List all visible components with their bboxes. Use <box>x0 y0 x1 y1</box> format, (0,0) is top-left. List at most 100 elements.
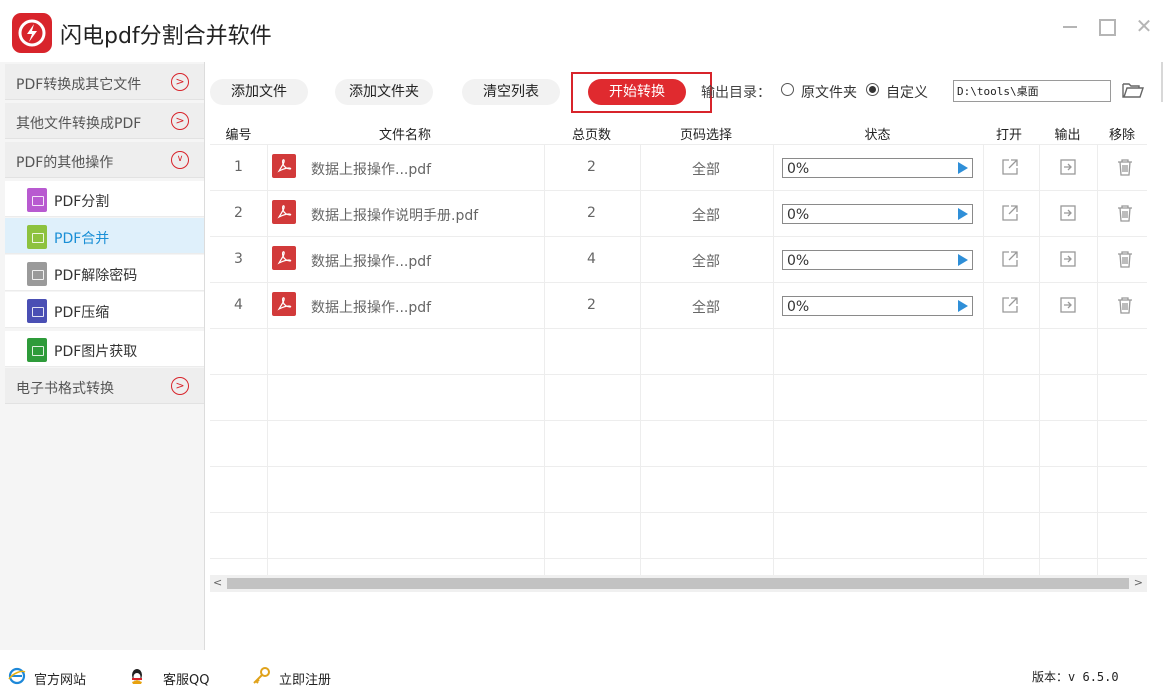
open-external-icon[interactable] <box>1001 250 1019 268</box>
output-path-input[interactable] <box>953 80 1111 102</box>
play-icon[interactable] <box>958 300 968 312</box>
file-table: 编号 文件名称 总页数 页码选择 状态 打开 输出 移除 1 数据上报操作...… <box>210 120 1147 578</box>
sidebar-item-label: PDF解除密码 <box>54 268 138 284</box>
page-range[interactable]: 全部 <box>640 205 772 225</box>
file-name: 数据上报操作...pdf <box>311 162 432 178</box>
page-range[interactable]: 全部 <box>640 297 772 317</box>
table-row[interactable]: 2 数据上报操作说明手册.pdf 2 全部 0% <box>210 190 1147 236</box>
version-label: 版本： <box>1032 670 1069 684</box>
sidebar-section-other-to-pdf[interactable]: 其他文件转换成PDF > <box>5 103 204 139</box>
table-row[interactable]: 4 数据上报操作...pdf 2 全部 0% <box>210 282 1147 328</box>
sidebar-section-pdf-other-ops[interactable]: PDF的其他操作 ∨ <box>5 142 204 178</box>
output-icon[interactable] <box>1059 158 1077 176</box>
total-pages: 2 <box>587 205 596 221</box>
table-body: 1 数据上报操作...pdf 2 全部 0% 2 数据上报操作说明手册.pdf … <box>210 144 1147 578</box>
support-qq-link[interactable]: 客服QQ <box>163 669 209 688</box>
chevron-right-icon: > <box>171 73 189 91</box>
total-pages: 2 <box>587 159 596 175</box>
radio-source-folder[interactable] <box>781 83 794 96</box>
trash-icon[interactable] <box>1116 296 1134 314</box>
col-page-range: 页码选择 <box>679 128 732 143</box>
scroll-right-icon[interactable]: > <box>1134 576 1143 589</box>
col-remove: 移除 <box>1108 128 1135 143</box>
add-folder-button[interactable]: 添加文件夹 <box>335 79 433 105</box>
sidebar: PDF转换成其它文件 > 其他文件转换成PDF > PDF的其他操作 ∨ PDF… <box>0 62 205 650</box>
play-icon[interactable] <box>958 254 968 266</box>
title-bar: 闪电pdf分割合并软件 ✕ <box>0 0 1166 62</box>
sidebar-section-pdf-to-other[interactable]: PDF转换成其它文件 > <box>5 64 204 100</box>
table-row[interactable]: 1 数据上报操作...pdf 2 全部 0% <box>210 144 1147 190</box>
file-name: 数据上报操作...pdf <box>311 300 432 316</box>
row-number: 3 <box>234 251 243 267</box>
toolbar: 添加文件 添加文件夹 清空列表 开始转换 输出目录： 原文件夹 自定义 <box>205 62 1166 120</box>
open-external-icon[interactable] <box>1001 296 1019 314</box>
image-icon <box>27 338 47 362</box>
trash-icon[interactable] <box>1116 158 1134 176</box>
merge-icon <box>27 225 47 249</box>
col-status: 状态 <box>864 128 891 143</box>
close-icon[interactable]: ✕ <box>1132 14 1156 38</box>
pdf-file-icon <box>272 200 296 224</box>
grid-divider <box>210 420 1147 421</box>
version-info: 版本：v 6.5.0 <box>1032 668 1119 685</box>
play-icon[interactable] <box>958 162 968 174</box>
total-pages: 4 <box>587 251 596 267</box>
compress-icon <box>27 299 47 323</box>
chevron-right-icon: > <box>171 112 189 130</box>
page-range[interactable]: 全部 <box>640 159 772 179</box>
start-convert-button[interactable]: 开始转换 <box>588 79 686 105</box>
progress-bar: 0% <box>782 158 973 178</box>
grid-divider <box>210 558 1147 559</box>
sidebar-item-pdf-unlock[interactable]: PDF解除密码 <box>5 255 204 291</box>
sidebar-item-pdf-merge[interactable]: PDF合并 <box>5 218 204 254</box>
version-number: v 6.5.0 <box>1068 670 1119 684</box>
table-row[interactable]: 3 数据上报操作...pdf 4 全部 0% <box>210 236 1147 282</box>
footer: 官方网站 客服QQ 立即注册 版本：v 6.5.0 <box>0 652 1166 696</box>
trash-icon[interactable] <box>1116 204 1134 222</box>
progress-bar: 0% <box>782 296 973 316</box>
radio-custom-label: 自定义 <box>886 85 928 101</box>
clear-list-button[interactable]: 清空列表 <box>462 79 560 105</box>
folder-open-icon[interactable] <box>1122 81 1144 99</box>
table-header: 编号 文件名称 总页数 页码选择 状态 打开 输出 移除 <box>210 120 1147 144</box>
output-icon[interactable] <box>1059 204 1077 222</box>
output-icon[interactable] <box>1059 296 1077 314</box>
sidebar-item-pdf-image-extract[interactable]: PDF图片获取 <box>5 331 204 367</box>
app-title: 闪电pdf分割合并软件 <box>60 24 272 49</box>
pdf-file-icon <box>272 246 296 270</box>
grid-divider <box>210 466 1147 467</box>
play-icon[interactable] <box>958 208 968 220</box>
radio-custom-folder[interactable] <box>866 83 879 96</box>
progress-bar: 0% <box>782 250 973 270</box>
sidebar-section-label: 电子书格式转换 <box>16 381 114 397</box>
scrollbar-thumb[interactable] <box>227 578 1129 589</box>
register-link[interactable]: 立即注册 <box>279 669 331 688</box>
open-external-icon[interactable] <box>1001 158 1019 176</box>
scroll-left-icon[interactable]: < <box>213 576 222 589</box>
sidebar-section-ebook-convert[interactable]: 电子书格式转换 > <box>5 368 204 404</box>
radio-source-label: 原文件夹 <box>801 85 857 101</box>
sidebar-item-label: PDF压缩 <box>54 305 110 321</box>
sidebar-section-label: 其他文件转换成PDF <box>16 116 142 132</box>
progress-percent: 0% <box>787 207 810 223</box>
sidebar-item-label: PDF图片获取 <box>54 344 138 360</box>
grid-divider <box>210 374 1147 375</box>
chevron-down-icon: ∨ <box>171 151 189 169</box>
open-external-icon[interactable] <box>1001 204 1019 222</box>
horizontal-scrollbar[interactable]: < > <box>210 575 1147 592</box>
row-number: 2 <box>234 205 243 221</box>
add-file-button[interactable]: 添加文件 <box>210 79 308 105</box>
browser-icon <box>8 667 26 685</box>
vertical-scrollbar[interactable] <box>1161 62 1163 102</box>
minimize-icon[interactable] <box>1058 14 1082 38</box>
col-output: 输出 <box>1054 128 1081 143</box>
grid-divider <box>210 328 1147 329</box>
maximize-icon[interactable] <box>1094 14 1118 38</box>
sidebar-item-pdf-split[interactable]: PDF分割 <box>5 181 204 217</box>
output-icon[interactable] <box>1059 250 1077 268</box>
col-number: 编号 <box>225 128 252 143</box>
trash-icon[interactable] <box>1116 250 1134 268</box>
sidebar-item-pdf-compress[interactable]: PDF压缩 <box>5 292 204 328</box>
official-site-link[interactable]: 官方网站 <box>34 669 86 688</box>
page-range[interactable]: 全部 <box>640 251 772 271</box>
